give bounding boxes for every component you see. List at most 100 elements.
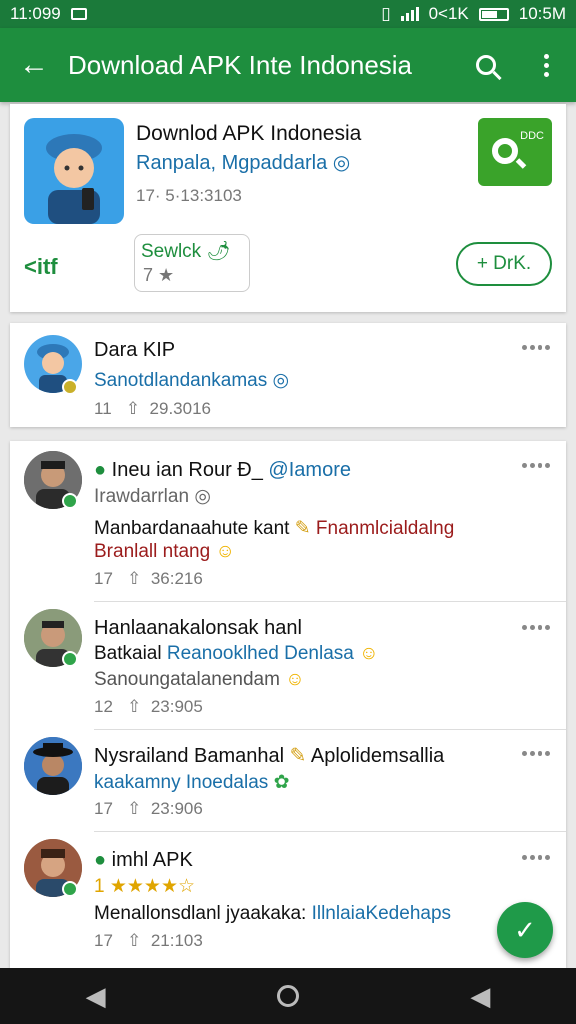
review-text-part: Menallonsdlanl jyaakaka: <box>94 903 307 924</box>
review-subtitle: Irawdarrlan ◎ <box>94 486 211 507</box>
meta-count: 17 <box>94 569 113 588</box>
like-icon[interactable]: ⇧ <box>118 799 146 818</box>
review-text-part: Manbardanaahute kant <box>94 518 290 539</box>
meta-count: 17 <box>94 799 113 818</box>
app-bar: ← Download APK Inte Indonesia <box>0 28 576 102</box>
verified-badge-icon <box>62 881 78 897</box>
search-button[interactable] <box>456 28 516 102</box>
meta-value: 23:906 <box>150 799 203 818</box>
download-button[interactable]: + DrK. <box>456 242 552 286</box>
app-icon <box>24 118 124 224</box>
review-author-name: Hanlaanakalonsak hanl <box>94 617 302 639</box>
avatar[interactable] <box>24 737 82 795</box>
divider <box>94 831 566 832</box>
divider <box>94 601 566 602</box>
review-author-name: Ineu ian Rour Đ_ <box>111 459 263 481</box>
meta-count: 12 <box>94 697 113 716</box>
review-text-highlight: Fnanmlcialdalng <box>315 518 455 539</box>
search-icon <box>476 55 496 75</box>
review-subtitle: Batkaial Reanooklhed Denlasa ☺ <box>94 643 379 665</box>
review-text: Manbardanaahute kant ✎ Fnanmlcialdalng <box>94 517 454 540</box>
review-subtitle-link[interactable]: kaakamny Inoedalas <box>94 772 268 793</box>
pencil-icon: ✓ <box>514 914 536 945</box>
nav-recents-button[interactable]: ◀ <box>470 981 490 1012</box>
developer-card: Dara KIP Sanotdlandankamas ◎ 11 ⇧ 29.301… <box>10 323 566 427</box>
app-name: Downlod APK Indonesia <box>136 122 362 145</box>
verified-badge-icon <box>62 379 78 395</box>
review-text-link[interactable]: IllnlaiaKedehaps <box>312 903 451 924</box>
more-options-icon[interactable] <box>522 345 550 353</box>
divider <box>94 729 566 730</box>
review-subtitle-link[interactable]: Reanooklhed Denlasa <box>167 643 354 664</box>
smile-emoji-icon: ☺ <box>285 669 305 690</box>
nav-back-button[interactable]: ◀ <box>86 981 106 1012</box>
carrier-label: 0<1K <box>428 4 469 23</box>
verified-badge-icon <box>62 651 78 667</box>
reviews-card: ● Ineu ian Rour Đ_ @Iamore Irawdarrlan ◎… <box>10 441 566 968</box>
back-button[interactable]: ← <box>0 28 68 102</box>
developer-name: Dara KIP <box>94 339 176 361</box>
review-text-part: Branlall ntang <box>94 541 211 562</box>
more-options-icon[interactable] <box>522 751 550 759</box>
smile-emoji-icon: ☺ <box>359 643 379 664</box>
review-stars: 1 ★★★★☆ <box>94 876 196 897</box>
app-badge[interactable]: DDC <box>478 118 552 186</box>
meta-value: 23:905 <box>150 697 203 716</box>
review-meta: 17 ⇧ 36:216 <box>94 569 203 589</box>
green-emoji-icon: ✿ <box>273 772 290 793</box>
smile-emoji-icon: ☺ <box>215 541 235 562</box>
meta-value: 36:216 <box>150 569 203 588</box>
review-meta: 17 ⇧ 21:103 <box>94 931 203 951</box>
review-author-handle[interactable]: @Iamore <box>268 459 351 481</box>
review-subtitle: kaakamny Inoedalas ✿ <box>94 771 289 794</box>
more-vert-icon <box>543 53 549 77</box>
app-meta: 17· 5·13:3103 <box>136 186 242 205</box>
emoji-icon: ✎ <box>289 745 307 767</box>
signal-icon <box>400 7 419 21</box>
nav-home-button[interactable] <box>276 985 299 1007</box>
meta-value: 29.3016 <box>149 399 211 418</box>
review-meta: 12 ⇧ 23:905 <box>94 697 203 717</box>
more-options-icon[interactable] <box>522 463 550 471</box>
more-options-icon[interactable] <box>522 855 550 863</box>
badge-tag: DDC <box>520 130 544 142</box>
status-time-right: 10:5M <box>518 4 566 23</box>
verified-badge-icon <box>62 493 78 509</box>
system-nav-bar: ◀ ◀ <box>0 968 576 1024</box>
review-author: Nysrailand Bamanhal ✎ Aplolidemsallia <box>94 743 444 768</box>
overflow-menu-button[interactable] <box>516 28 576 102</box>
share-button[interactable]: <itf <box>24 254 58 280</box>
review-author: ● Ineu ian Rour Đ_ @Iamore <box>94 459 351 482</box>
like-icon[interactable]: ⇧ <box>118 569 146 588</box>
review-author-name: imhl APK <box>111 849 193 871</box>
meta-value: 21:103 <box>150 931 203 950</box>
compose-fab-button[interactable]: ✓ <box>497 902 553 958</box>
review-text: Menallonsdlanl jyaakaka: IllnlaiaKedehap… <box>94 903 451 925</box>
like-icon[interactable]: ⇧ <box>118 931 146 950</box>
vibrate-icon: ▯ <box>381 4 391 23</box>
review-subtitle-part: Batkaial <box>94 643 162 664</box>
arrow-left-icon: ← <box>19 48 49 81</box>
chat-icon: ● <box>94 849 107 871</box>
notification-icon <box>70 8 87 20</box>
review-author-name-2: Aplolidemsallia <box>310 745 445 767</box>
search-gear-icon <box>492 138 518 164</box>
app-info-card: Downlod APK Indonesia Ranpala, Mgpaddarl… <box>10 104 566 312</box>
chat-icon: ● <box>94 459 107 481</box>
more-options-icon[interactable] <box>522 625 550 633</box>
status-time-left: 11:099 <box>10 4 61 23</box>
review-author: ● imhl APK <box>94 849 193 872</box>
rating-label: Sewlck 🌶 <box>141 241 231 262</box>
meta-count: 11 <box>94 399 112 418</box>
battery-icon <box>478 7 509 21</box>
rating-value: 7 ★ <box>143 265 175 285</box>
like-icon[interactable]: ⇧ <box>118 697 146 716</box>
status-bar: 11:099 ▯ 0<1K 10:5M <box>0 0 576 28</box>
developer-handle[interactable]: Sanotdlandankamas ◎ <box>94 369 289 392</box>
emoji-icon: ✎ <box>294 518 311 539</box>
rating-box[interactable]: Sewlck 🌶 7 ★ <box>134 234 250 292</box>
review-author-name: Nysrailand Bamanhal <box>94 745 285 767</box>
like-icon[interactable]: ⇧ <box>116 399 144 418</box>
developer-link[interactable]: Ranpala, Mgpaddarla ◎ <box>136 150 350 175</box>
review-meta: 17 ⇧ 23:906 <box>94 799 203 819</box>
